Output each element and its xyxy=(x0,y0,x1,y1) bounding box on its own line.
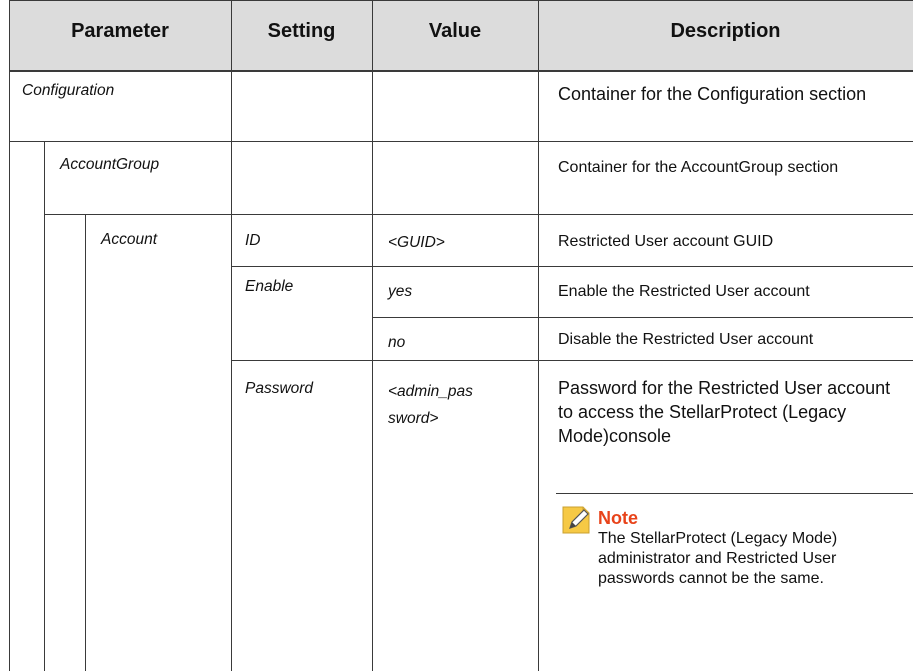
rule-enable-bottom xyxy=(231,360,913,361)
note-text: The StellarProtect (Legacy Mode) adminis… xyxy=(598,530,838,587)
rule-indent-1 xyxy=(44,141,45,671)
param-configuration: Configuration xyxy=(22,82,115,99)
header-parameter: Parameter xyxy=(71,20,169,42)
rule-note-separator xyxy=(556,493,913,494)
note-title: Note xyxy=(598,508,638,528)
desc-password: Password for the Restricted User account… xyxy=(558,378,891,446)
rule-top xyxy=(9,0,913,1)
value-admin-password-line2: sword> xyxy=(388,410,439,427)
rule-accountgroup-bottom xyxy=(44,214,913,215)
desc-configuration: Container for the Configuration section xyxy=(558,84,867,104)
param-account: Account xyxy=(101,231,158,248)
rule-value-left xyxy=(372,0,373,671)
desc-enable-yes: Enable the Restricted User account xyxy=(558,283,810,300)
header-value: Value xyxy=(428,20,482,42)
rule-id-bottom xyxy=(231,266,913,267)
rule-description-left xyxy=(538,0,539,671)
setting-id: ID xyxy=(245,232,261,249)
header-setting: Setting xyxy=(267,20,336,42)
param-accountgroup: AccountGroup xyxy=(60,156,160,173)
value-guid: <GUID> xyxy=(388,234,445,251)
desc-accountgroup: Container for the AccountGroup section xyxy=(558,159,839,176)
rule-header-bottom xyxy=(9,70,913,72)
rule-indent-2 xyxy=(85,214,86,671)
note-pencil-icon xyxy=(560,504,592,536)
setting-password: Password xyxy=(245,380,314,397)
value-admin-password-line1: <admin_pas xyxy=(388,383,473,400)
rule-enable-yes-bottom xyxy=(372,317,913,318)
rule-configuration-bottom xyxy=(9,141,913,142)
rule-setting-left xyxy=(231,0,232,671)
desc-enable-no: Disable the Restricted User account xyxy=(558,331,814,348)
desc-id: Restricted User account GUID xyxy=(558,233,774,250)
setting-enable: Enable xyxy=(245,278,294,295)
value-yes: yes xyxy=(388,283,413,300)
rule-left xyxy=(9,0,10,671)
parameter-table: Parameter Setting Value Description Conf… xyxy=(0,0,913,671)
value-no: no xyxy=(388,334,406,351)
header-description: Description xyxy=(670,20,781,42)
